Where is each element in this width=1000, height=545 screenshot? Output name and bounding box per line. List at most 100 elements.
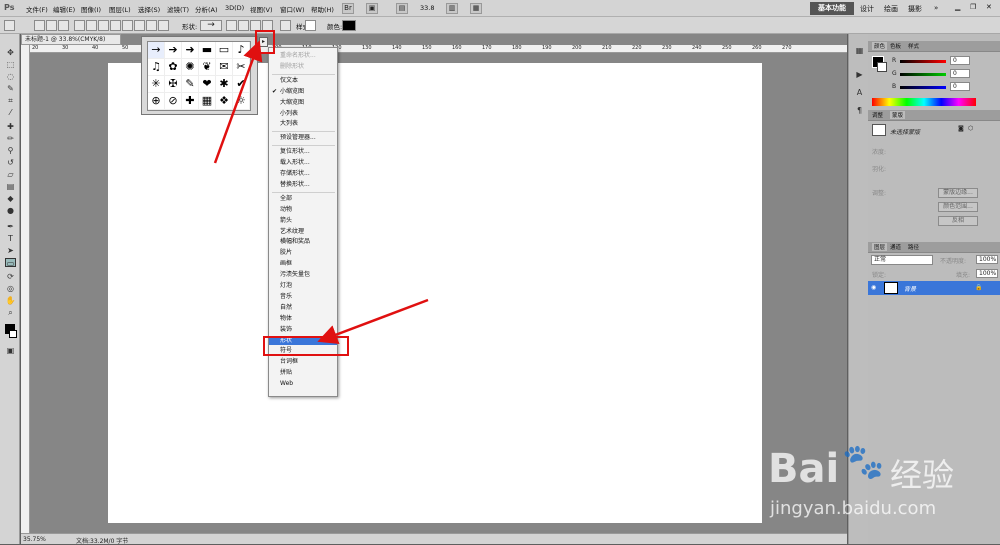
menu-file[interactable]: 文件(F) [26, 4, 48, 14]
quick-mask-icon[interactable]: ▣ [5, 346, 16, 355]
path-select-tool-icon[interactable]: ➤ [5, 246, 16, 255]
paragraph-panel-icon[interactable]: ¶ [854, 106, 865, 115]
menu-help[interactable]: 帮助(H) [311, 4, 334, 14]
workspace-painting[interactable]: 绘画 [884, 4, 898, 14]
link-icon[interactable] [280, 20, 291, 31]
eraser-tool-icon[interactable]: ▱ [5, 170, 16, 179]
shape-thumbnail[interactable]: ♪ [233, 42, 250, 59]
shape-thumbnail[interactable]: ✿ [165, 59, 182, 76]
pixel-mask-icon[interactable]: ◙ [958, 125, 964, 132]
menu-select[interactable]: 选择(S) [138, 4, 160, 14]
shape-thumbnail[interactable]: ✂ [233, 59, 250, 76]
menu-item[interactable]: 台词框 [269, 357, 337, 366]
shape-thumbnail[interactable]: → [148, 42, 165, 59]
quick-select-tool-icon[interactable]: ✎ [5, 84, 16, 93]
history-panel-icon[interactable]: ▦ [854, 46, 865, 55]
marquee-tool-icon[interactable]: ⬚ [5, 60, 16, 69]
menu-item[interactable]: 横幅和奖品 [269, 237, 337, 246]
menu-layer[interactable]: 图层(L) [109, 4, 131, 14]
menu-view[interactable]: 视图(V) [250, 4, 273, 14]
healing-tool-icon[interactable]: ✚ [5, 122, 16, 131]
screen-mode-icon[interactable]: ▦ [470, 3, 482, 14]
view-extras-icon[interactable]: ▤ [396, 3, 408, 14]
3d-orbit-tool-icon[interactable]: ◎ [5, 284, 16, 293]
vector-mask-icon[interactable]: ⬡ [968, 125, 973, 132]
background-color-swatch[interactable] [9, 330, 17, 338]
mask-edge-button[interactable]: 蒙版边缘... [938, 188, 978, 198]
opacity-value[interactable]: 100% [976, 255, 998, 264]
shape-thumbnail[interactable]: ❦ [199, 59, 216, 76]
tab-layers[interactable]: 图层 [872, 243, 888, 251]
shape-thumbnail[interactable]: ▭ [216, 42, 233, 59]
history-brush-tool-icon[interactable]: ↺ [5, 158, 16, 167]
minimize-icon[interactable]: ▁ [955, 3, 960, 11]
menu-item[interactable]: 灯泡 [269, 281, 337, 290]
shape-thumbnail[interactable]: ☼ [233, 93, 250, 110]
shape-thumbnail[interactable]: ✺ [182, 59, 199, 76]
shape-thumbnail[interactable]: ✉ [216, 59, 233, 76]
polygon-icon[interactable] [134, 20, 145, 31]
channel-b-slider[interactable] [900, 86, 946, 89]
bg-color-swatch[interactable] [877, 62, 887, 72]
layer-visibility-eye-icon[interactable]: ◉ [871, 284, 876, 291]
shape-thumbnail[interactable]: ♫ [148, 59, 165, 76]
shape-thumbnail[interactable]: ❖ [216, 93, 233, 110]
menu-item[interactable]: 胶片 [269, 248, 337, 257]
shape-thumbnail[interactable]: ✎ [182, 76, 199, 93]
tab-styles[interactable]: 样式 [908, 42, 919, 50]
color-spectrum[interactable] [872, 98, 976, 106]
menu-item[interactable]: 自然 [269, 303, 337, 312]
workspace-essentials-button[interactable]: 基本功能 [810, 2, 854, 15]
custom-shape-tool-icon[interactable]: ▭ [5, 258, 16, 268]
menu-item[interactable]: 音乐 [269, 292, 337, 301]
channel-g-value[interactable]: 0 [950, 69, 970, 78]
workspace-design[interactable]: 设计 [860, 4, 874, 14]
pen-icon[interactable] [74, 20, 85, 31]
menu-window[interactable]: 窗口(W) [280, 4, 305, 14]
shape-thumbnail[interactable]: ✚ [182, 93, 199, 110]
fill-value[interactable]: 100% [976, 269, 998, 278]
brush-tool-icon[interactable]: ✏ [5, 134, 16, 143]
style-swatch[interactable] [305, 20, 316, 31]
restore-icon[interactable]: ❐ [970, 3, 976, 11]
close-icon[interactable]: ✕ [986, 3, 992, 11]
blur-tool-icon[interactable]: ◆ [5, 194, 16, 203]
menu-item[interactable]: 艺术纹理 [269, 227, 337, 236]
document-tab[interactable]: 未标题-1 @ 33.8%(CMYK/8) [21, 34, 121, 45]
shape-thumbnail[interactable]: ➔ [165, 42, 182, 59]
menu-item[interactable]: 物体 [269, 314, 337, 323]
channel-r-slider[interactable] [900, 60, 946, 63]
character-panel-icon[interactable]: A [854, 88, 865, 97]
actions-panel-icon[interactable]: ▶ [854, 70, 865, 79]
menu-item[interactable]: 全部 [269, 194, 337, 203]
bridge-icon[interactable]: Br [342, 3, 354, 14]
lasso-tool-icon[interactable]: ◌ [5, 72, 16, 81]
invert-button[interactable]: 反相 [938, 216, 978, 226]
type-tool-icon[interactable]: T [5, 234, 16, 243]
channel-g-slider[interactable] [900, 73, 946, 76]
minibridge-icon[interactable]: ▣ [366, 3, 378, 14]
gradient-tool-icon[interactable]: ▤ [5, 182, 16, 191]
tab-paths[interactable]: 路径 [908, 243, 919, 251]
menu-item[interactable]: 预设管理器... [269, 133, 337, 142]
channel-r-value[interactable]: 0 [950, 56, 970, 65]
menu-item[interactable]: 箭头 [269, 216, 337, 225]
eyedropper-tool-icon[interactable]: ⁄ [5, 108, 16, 117]
shape-thumbnail[interactable]: ✱ [216, 76, 233, 93]
rectangle-icon[interactable] [98, 20, 109, 31]
menu-item[interactable]: 画框 [269, 259, 337, 268]
shape-layers-icon[interactable] [34, 20, 45, 31]
shape-thumbnail[interactable]: ✔ [233, 76, 250, 93]
freeform-pen-icon[interactable] [86, 20, 97, 31]
3d-rotate-tool-icon[interactable]: ⟳ [5, 272, 16, 281]
blend-mode-select[interactable]: 正常 [871, 255, 933, 265]
menu-item[interactable]: 装饰 [269, 325, 337, 334]
layer-row-background[interactable]: ◉ 背景 🔒 [868, 281, 1000, 295]
shape-thumbnail[interactable]: ➜ [182, 42, 199, 59]
tool-preset-icon[interactable] [4, 20, 15, 31]
menu-item[interactable]: 污渍矢量包 [269, 270, 337, 279]
shape-thumbnail[interactable]: ⊕ [148, 93, 165, 110]
paths-icon[interactable] [46, 20, 57, 31]
menu-item[interactable]: 仅文本 [269, 76, 337, 85]
tab-channels[interactable]: 通道 [890, 243, 901, 251]
